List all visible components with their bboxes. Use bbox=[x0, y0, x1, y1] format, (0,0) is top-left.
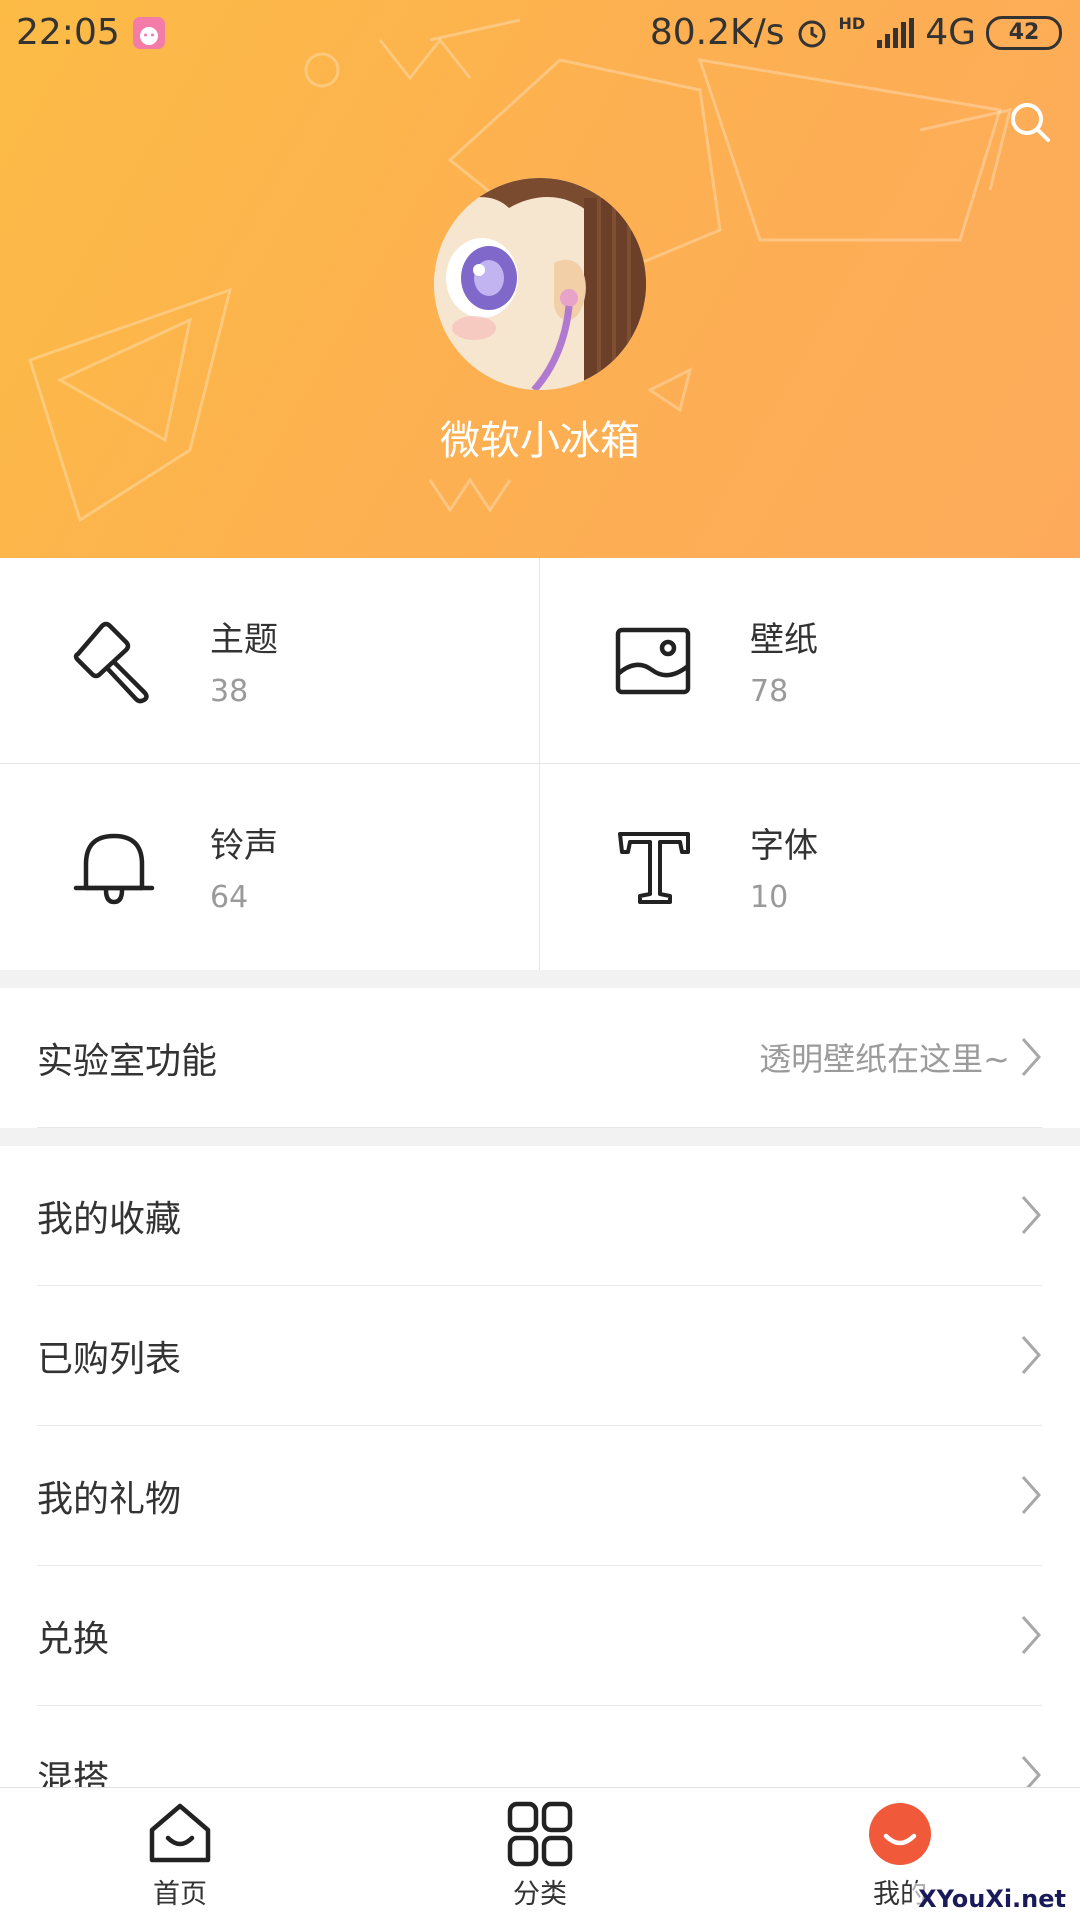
status-bar: 22:05 80.2K/s HD 4G 42 bbox=[0, 0, 1080, 68]
chevron-right-icon bbox=[1021, 1476, 1042, 1514]
lab-features-label: 实验室功能 bbox=[37, 1041, 218, 1082]
avatar-illustration bbox=[434, 178, 646, 390]
signal-icon bbox=[877, 17, 915, 48]
profile-icon bbox=[869, 1803, 931, 1865]
nav-home[interactable]: 首页 bbox=[80, 1788, 280, 1921]
brush-icon bbox=[73, 621, 149, 704]
battery-indicator: 42 bbox=[986, 15, 1062, 50]
menu-label: 兑换 bbox=[37, 1619, 110, 1660]
menu-redeem[interactable]: 兑换 bbox=[0, 1566, 1080, 1706]
category-count: 78 bbox=[750, 674, 789, 709]
watermark: XYouXi.net bbox=[912, 1883, 1072, 1915]
section-gap bbox=[0, 1128, 1080, 1146]
profile-header: 22:05 80.2K/s HD 4G 42 微软小冰箱 bbox=[0, 0, 1080, 558]
menu-label: 我的礼物 bbox=[37, 1479, 182, 1520]
category-count: 64 bbox=[210, 880, 249, 915]
alarm-icon bbox=[798, 20, 826, 47]
username[interactable]: 微软小冰箱 bbox=[0, 408, 1080, 466]
menu-purchased[interactable]: 已购列表 bbox=[0, 1286, 1080, 1426]
category-ringtones[interactable]: 铃声 64 bbox=[0, 764, 539, 969]
lab-features-row[interactable]: 实验室功能 透明壁纸在这里~ bbox=[0, 988, 1080, 1128]
search-icon[interactable] bbox=[1006, 98, 1054, 146]
image-icon bbox=[615, 627, 691, 695]
category-fonts[interactable]: 字体 10 bbox=[540, 764, 1079, 969]
network-speed: 80.2K/s bbox=[649, 12, 785, 53]
category-label: 字体 bbox=[750, 826, 818, 866]
status-right: 80.2K/s HD 4G 42 bbox=[650, 12, 1062, 53]
category-wallpapers[interactable]: 壁纸 78 bbox=[540, 558, 1079, 763]
cat-app-icon bbox=[133, 17, 165, 49]
nav-categories[interactable]: 分类 bbox=[440, 1788, 640, 1921]
category-label: 壁纸 bbox=[750, 620, 818, 660]
section-gap bbox=[0, 970, 1080, 988]
category-grid: 主题 38 壁纸 78 铃声 64 字体 10 bbox=[0, 558, 1080, 970]
lab-features-hint: 透明壁纸在这里~ bbox=[759, 1040, 1010, 1078]
hd-label: HD bbox=[838, 14, 866, 33]
category-label: 主题 bbox=[210, 620, 278, 660]
chevron-right-icon bbox=[1021, 1616, 1042, 1654]
bell-icon bbox=[73, 833, 155, 905]
chevron-right-icon bbox=[1021, 1038, 1042, 1076]
network-type: 4G bbox=[925, 12, 976, 53]
nav-label: 首页 bbox=[153, 1879, 207, 1910]
category-count: 10 bbox=[750, 880, 789, 915]
font-icon bbox=[618, 832, 690, 904]
grid-divider-horizontal bbox=[0, 763, 1080, 764]
grid-icon bbox=[507, 1801, 573, 1867]
avatar[interactable] bbox=[434, 178, 646, 390]
menu-label: 已购列表 bbox=[37, 1339, 182, 1380]
chevron-right-icon bbox=[1021, 1336, 1042, 1374]
menu-favorites[interactable]: 我的收藏 bbox=[0, 1146, 1080, 1286]
menu-gifts[interactable]: 我的礼物 bbox=[0, 1426, 1080, 1566]
category-count: 38 bbox=[210, 674, 249, 709]
nav-label: 分类 bbox=[513, 1879, 567, 1910]
bottom-navigation: 首页 分类 我的 XYouXi.net bbox=[0, 1787, 1080, 1921]
grid-divider-vertical bbox=[539, 558, 540, 970]
chevron-right-icon bbox=[1021, 1196, 1042, 1234]
category-label: 铃声 bbox=[210, 826, 278, 866]
category-themes[interactable]: 主题 38 bbox=[0, 558, 539, 763]
home-icon bbox=[149, 1803, 211, 1863]
status-time: 22:05 bbox=[16, 12, 120, 53]
menu-label: 我的收藏 bbox=[37, 1199, 182, 1240]
